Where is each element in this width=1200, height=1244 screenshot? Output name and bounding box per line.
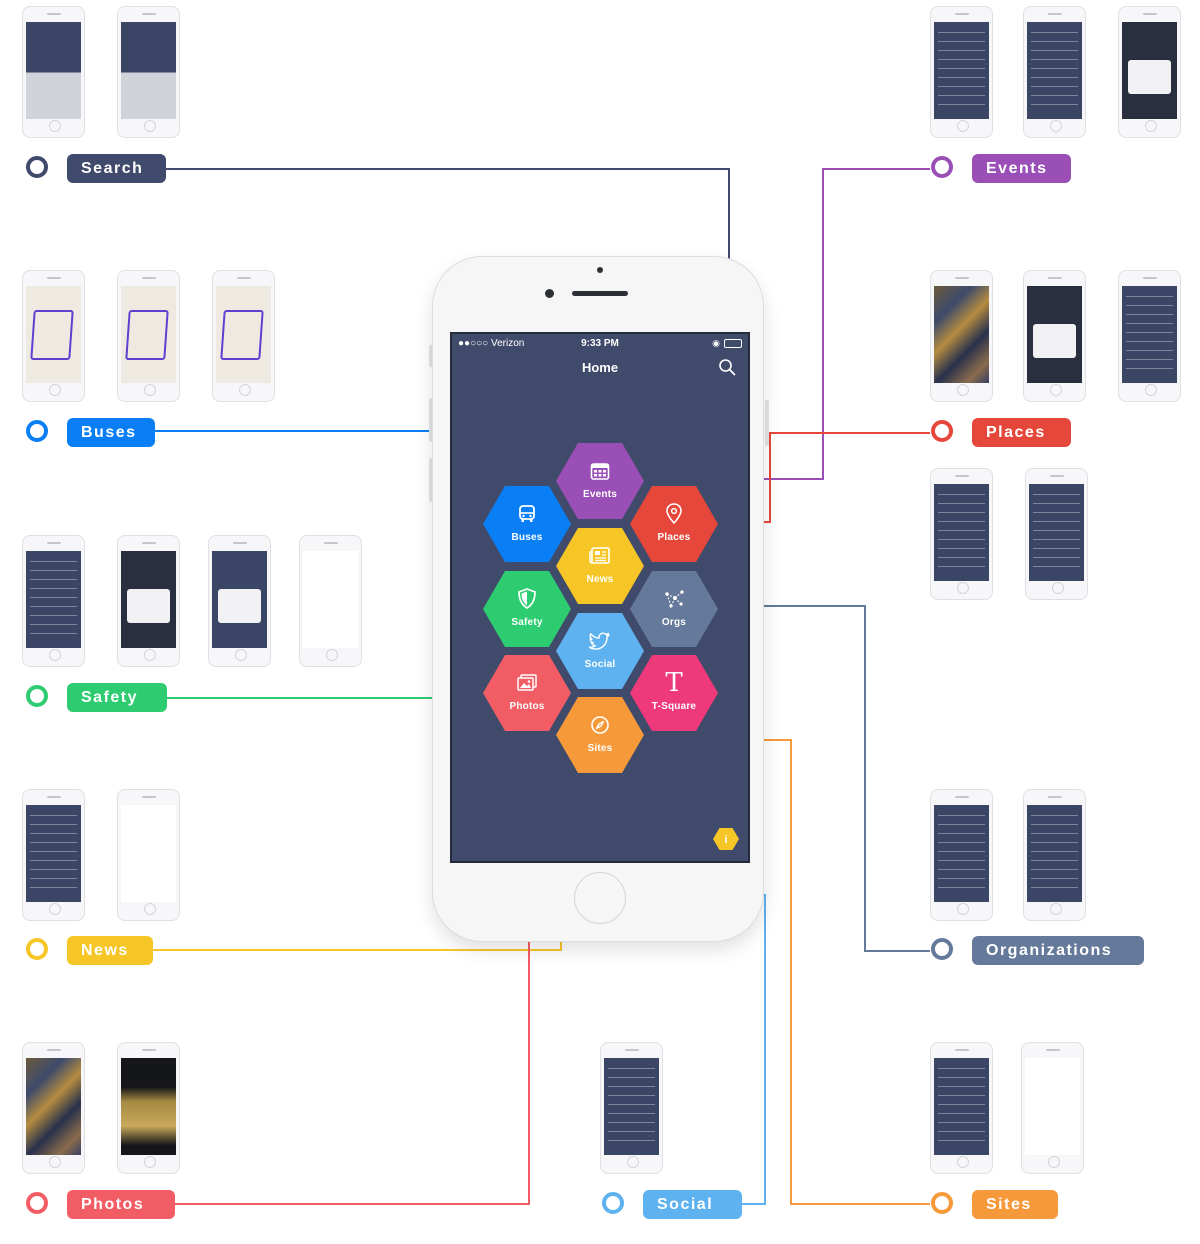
screenshot-thumbnail xyxy=(930,789,993,921)
section-label-social[interactable]: Social xyxy=(643,1190,742,1219)
node-organizations xyxy=(931,938,953,960)
tile-label-safety: Safety xyxy=(511,617,543,628)
info-badge-glyph: i xyxy=(724,834,727,846)
section-label-places[interactable]: Places xyxy=(972,418,1071,447)
node-places xyxy=(931,420,953,442)
section-label-photos[interactable]: Photos xyxy=(67,1190,175,1219)
screenshot-thumbnail xyxy=(117,1042,180,1174)
tile-label-places: Places xyxy=(657,532,691,543)
section-label-safety[interactable]: Safety xyxy=(67,683,167,712)
tile-label-sites: Sites xyxy=(587,743,613,754)
tile-label-tsquare: T-Square xyxy=(651,701,697,712)
screenshot-thumbnail xyxy=(1023,6,1086,138)
search-icon[interactable] xyxy=(718,358,736,376)
screenshot-thumbnail xyxy=(117,270,180,402)
node-sites xyxy=(931,1192,953,1214)
node-safety xyxy=(26,685,48,707)
node-buses xyxy=(26,420,48,442)
phone-home-button[interactable] xyxy=(574,872,626,924)
screenshot-thumbnail xyxy=(22,270,85,402)
newspaper-icon xyxy=(585,542,615,570)
photos-icon xyxy=(512,669,542,697)
screenshot-thumbnail xyxy=(22,535,85,667)
screenshot-thumbnail xyxy=(1023,789,1086,921)
rotation-lock-icon: ◉ xyxy=(712,338,720,348)
phone-camera xyxy=(545,289,554,298)
section-label-organizations[interactable]: Organizations xyxy=(972,936,1144,965)
section-label-buses[interactable]: Buses xyxy=(67,418,155,447)
bus-icon xyxy=(512,500,542,528)
node-search xyxy=(26,156,48,178)
screenshot-thumbnail xyxy=(22,6,85,138)
phone-speaker xyxy=(572,291,628,296)
screenshot-thumbnail xyxy=(600,1042,663,1174)
node-events xyxy=(931,156,953,178)
screenshot-thumbnail xyxy=(930,6,993,138)
location-pin-icon xyxy=(659,500,689,528)
compass-icon xyxy=(585,711,615,739)
screenshot-thumbnail xyxy=(208,535,271,667)
network-icon xyxy=(659,585,689,613)
battery-icon xyxy=(724,339,742,348)
tile-label-social: Social xyxy=(584,659,616,670)
screenshot-thumbnail xyxy=(1025,468,1088,600)
screenshot-thumbnail xyxy=(1118,6,1181,138)
calendar-icon xyxy=(585,457,615,485)
tile-label-photos: Photos xyxy=(509,701,545,712)
tile-label-news: News xyxy=(586,574,614,585)
screenshot-thumbnail xyxy=(1021,1042,1084,1174)
status-bar: ●●○○○ Verizon 9:33 PM ◉ xyxy=(452,336,748,352)
info-badge-icon[interactable]: i xyxy=(713,828,739,850)
screenshot-thumbnail xyxy=(1118,270,1181,402)
screenshot-thumbnail xyxy=(930,270,993,402)
screenshot-thumbnail xyxy=(930,1042,993,1174)
screenshot-thumbnail xyxy=(930,468,993,600)
section-label-sites[interactable]: Sites xyxy=(972,1190,1058,1219)
tile-label-buses: Buses xyxy=(511,532,543,543)
page-title: Home xyxy=(581,360,619,375)
shield-icon xyxy=(512,585,542,613)
screenshot-thumbnail xyxy=(117,535,180,667)
tile-label-events: Events xyxy=(583,489,617,500)
node-photos xyxy=(26,1192,48,1214)
section-label-news[interactable]: News xyxy=(67,936,153,965)
screenshot-thumbnail xyxy=(22,789,85,921)
screenshot-thumbnail xyxy=(117,789,180,921)
screenshot-thumbnail xyxy=(22,1042,85,1174)
t-square-icon: T xyxy=(665,668,683,698)
twitter-bird-icon xyxy=(585,627,615,655)
tile-label-orgs: Orgs xyxy=(661,617,687,628)
phone-power-button xyxy=(765,400,769,446)
phone-sensor xyxy=(597,267,603,273)
section-label-search[interactable]: Search xyxy=(67,154,166,183)
screenshot-thumbnail xyxy=(299,535,362,667)
node-social xyxy=(602,1192,624,1214)
status-time: 9:33 PM xyxy=(581,338,619,349)
node-news xyxy=(26,938,48,960)
screenshot-thumbnail xyxy=(1023,270,1086,402)
screenshot-thumbnail xyxy=(117,6,180,138)
section-label-events[interactable]: Events xyxy=(972,154,1071,183)
screenshot-thumbnail xyxy=(212,270,275,402)
